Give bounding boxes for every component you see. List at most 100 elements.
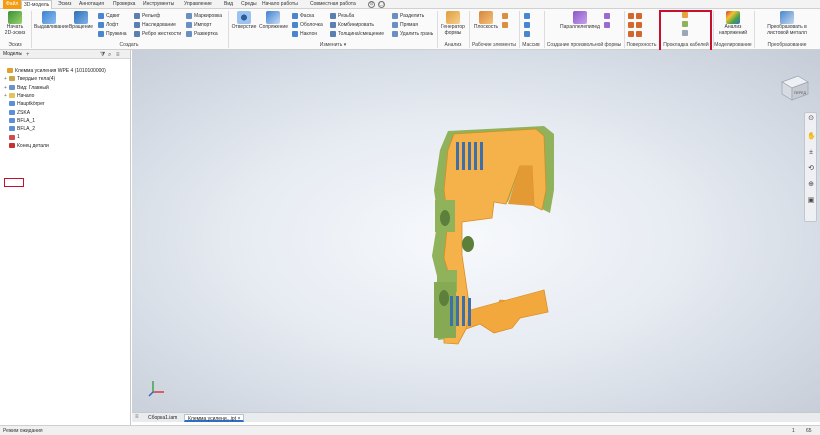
expand-toggle[interactable]: + — [4, 92, 8, 100]
close-icon[interactable]: × — [237, 416, 240, 422]
chamfer-label: Фаска — [300, 13, 315, 19]
tree-item[interactable]: + Начало — [4, 92, 34, 100]
tab-10[interactable]: Совместная работа — [310, 1, 356, 8]
delete-face-label: Удалить грань — [400, 31, 434, 37]
split-label: Разделить — [400, 13, 425, 19]
rect-pattern-button[interactable] — [524, 12, 532, 20]
expand-toggle[interactable]: + — [4, 84, 8, 92]
tree-item[interactable]: BFLA_2 — [4, 125, 35, 133]
surface-icon — [636, 21, 642, 28]
thread-button[interactable]: Резьба — [330, 12, 354, 20]
combine-button[interactable]: Комбинировать — [330, 21, 374, 29]
orbit-icon[interactable]: ⟲ — [807, 165, 815, 173]
surface-icon — [636, 12, 642, 19]
close-icon[interactable]: × — [19, 51, 23, 60]
emboss-button[interactable]: Рельеф — [134, 12, 160, 20]
panel-icon[interactable]: ▢ — [378, 1, 385, 8]
surface-button-3[interactable] — [628, 30, 644, 38]
box-button[interactable]: Параллелепипед — [560, 11, 600, 31]
look-at-icon[interactable]: ⊕ — [807, 181, 815, 189]
search-icon[interactable]: ⌕ — [108, 51, 111, 60]
shell-button[interactable]: Оболочка — [292, 21, 323, 29]
doc-tab-part[interactable]: Клемма усилени...ipt × — [184, 414, 245, 422]
plane-label: Плоскость — [473, 24, 499, 30]
full-navigation-wheel-icon[interactable]: ⊙ — [807, 115, 815, 123]
help-icon[interactable]: ⊙ — [368, 1, 375, 8]
direct-label: Прямая — [400, 22, 418, 28]
doc-tab-assembly[interactable]: Сборка1.iam — [145, 414, 180, 422]
tree-item-icon — [7, 68, 13, 74]
fillet-button[interactable]: Сопряжение — [259, 11, 288, 31]
chamfer-icon — [292, 12, 298, 19]
shape-generator-button[interactable]: Генератор формы — [440, 11, 466, 36]
surface-button-1[interactable] — [628, 12, 644, 20]
stress-analysis-button[interactable]: Анализ напряжений — [716, 11, 750, 36]
expand-toggle[interactable]: + — [4, 75, 8, 83]
part-hole — [440, 210, 450, 226]
chamfer-button[interactable]: Фаска — [292, 12, 314, 20]
tree-item[interactable]: Конец детали — [4, 142, 49, 150]
part-hole — [439, 290, 449, 306]
emboss-icon — [134, 12, 140, 19]
tree-item[interactable]: ZSKA — [4, 109, 30, 117]
look-icon[interactable]: ▣ — [807, 197, 815, 205]
viewcube[interactable]: ПЕРЕД — [776, 72, 812, 104]
thicken-button[interactable]: Толщина/смещение — [330, 30, 384, 38]
decal-button[interactable]: Маркировка — [186, 12, 222, 20]
freeform-more-button-2[interactable] — [604, 21, 612, 29]
tab-8[interactable]: Среды — [241, 1, 257, 8]
tab-3[interactable]: Аннотация — [79, 1, 104, 8]
convert-sheet-metal-button[interactable]: Преобразовать в листовой металл — [757, 11, 817, 36]
tab-6[interactable]: Управление — [184, 1, 212, 8]
mirror-button[interactable] — [524, 30, 532, 38]
zoom-icon[interactable]: ± — [807, 149, 815, 157]
part-model[interactable] — [132, 50, 820, 412]
tree-item[interactable]: Клемма усиления WPE 4 (1010100000) — [2, 67, 106, 75]
modify-group-label[interactable]: Изменить ▾ — [230, 42, 436, 48]
loft-button[interactable]: Лофт — [98, 21, 118, 29]
derive-icon — [134, 21, 140, 28]
tab-9[interactable]: Начало работы — [262, 1, 298, 8]
revolve-button[interactable]: Вращение — [68, 11, 94, 31]
axis-button[interactable] — [502, 12, 510, 20]
unwrap-button[interactable]: Развертка — [186, 30, 218, 38]
delete-face-button[interactable]: Удалить грань — [392, 30, 433, 38]
thread-icon — [330, 12, 336, 19]
tab-0[interactable]: Файл — [3, 0, 22, 9]
start-sketch-button[interactable]: Начать 2D-эскиз — [3, 11, 27, 36]
add-icon[interactable]: + — [26, 51, 30, 60]
direct-button[interactable]: Прямая — [392, 21, 418, 29]
pan-icon[interactable]: ✋ — [807, 133, 816, 141]
circ-pattern-button[interactable] — [524, 21, 532, 29]
draft-button[interactable]: Наклон — [292, 30, 317, 38]
freeform-more-button[interactable] — [604, 12, 612, 20]
surface-button-2[interactable] — [628, 21, 644, 29]
derive-button[interactable]: Наследование — [134, 21, 176, 29]
tab-4[interactable]: Проверка — [113, 1, 135, 8]
model-browser: Модель × + ⧩ ⌕ ≡ Клемма усиления WPE 4 (… — [0, 50, 131, 426]
tree-item[interactable]: 1 — [4, 133, 20, 141]
point-button[interactable] — [502, 21, 510, 29]
tree-item[interactable]: Hauptkörper — [4, 100, 45, 108]
split-button[interactable]: Разделить — [392, 12, 424, 20]
import-icon — [186, 21, 192, 28]
tree-item[interactable]: BFLA_1 — [4, 117, 35, 125]
filter-icon[interactable]: ⧩ — [100, 51, 105, 60]
tab-5[interactable]: Инструменты — [143, 1, 174, 8]
direct-icon — [392, 21, 398, 28]
hole-button[interactable]: Отверстие — [231, 11, 257, 31]
menu-icon[interactable]: ≡ — [116, 51, 120, 60]
coil-button[interactable]: Пружина — [98, 30, 127, 38]
import-button[interactable]: Импорт — [186, 21, 211, 29]
graphics-viewport[interactable]: ПЕРЕД ⊙ ✋ ± ⟲ ⊕ ▣ — [132, 50, 820, 412]
extrude-button[interactable]: Выдавливание — [34, 11, 69, 31]
split-icon — [392, 12, 398, 19]
sweep-button[interactable]: Сдвиг — [98, 12, 120, 20]
tab-7[interactable]: Вид — [224, 1, 233, 8]
tab-2[interactable]: Эскиз — [58, 1, 71, 8]
rib-button[interactable]: Ребро жесткости — [134, 30, 181, 38]
tree-item[interactable]: + Твердые тела(4) — [4, 75, 55, 83]
plane-button[interactable]: Плоскость — [473, 11, 499, 31]
tree-item[interactable]: + Вид: Главный — [4, 84, 49, 92]
tab-menu-icon[interactable]: ≡ — [135, 414, 139, 420]
